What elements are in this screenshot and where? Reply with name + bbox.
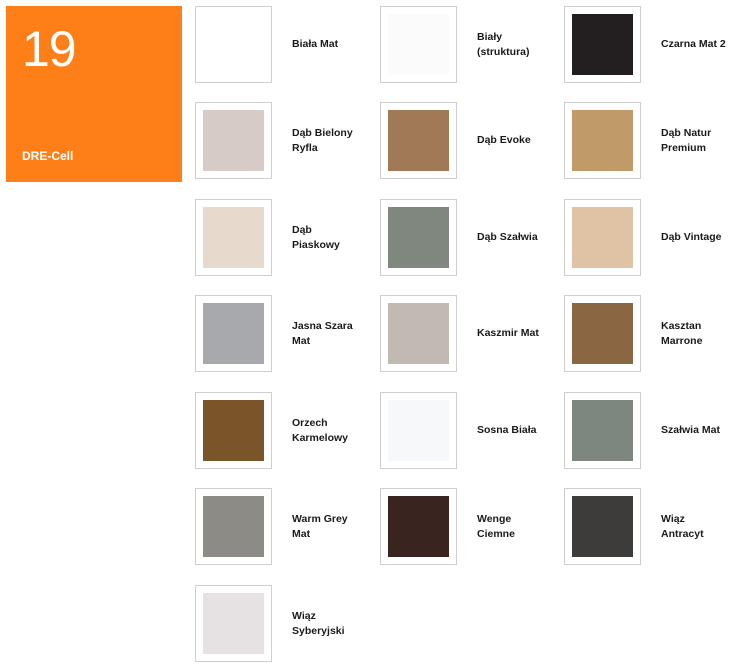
swatch-card[interactable]: Biały (struktura)	[380, 6, 549, 83]
swatch-name: Orzech Karmelowy	[292, 416, 349, 444]
swatch-color	[203, 496, 264, 557]
swatch-name: Kasztan Marrone	[661, 319, 703, 347]
swatch-frame	[380, 392, 457, 469]
swatch-card[interactable]: Dąb Evoke	[380, 102, 549, 179]
swatch-name: Czarna Mat 2	[661, 38, 726, 50]
swatch-name: Wiąz Syberyjski	[292, 609, 345, 637]
swatch-card[interactable]: Dąb Bielony Ryfla	[195, 102, 364, 179]
swatch-color	[388, 207, 449, 268]
swatch-card[interactable]: Wiąz Antracyt	[564, 488, 733, 565]
swatch-name: Dąb Natur Premium	[661, 126, 712, 154]
swatch-card[interactable]: Wenge Ciemne	[380, 488, 549, 565]
swatch-frame	[564, 392, 641, 469]
swatch-frame	[564, 488, 641, 565]
swatch-grid: Biała Mat Biały (struktura) Czarna Mat 2…	[0, 0, 737, 670]
swatch-card[interactable]: Kasztan Marrone	[564, 295, 733, 372]
swatch-color	[388, 14, 449, 75]
swatch-name: Dąb Bielony Ryfla	[292, 126, 353, 154]
swatch-name: Wenge Ciemne	[477, 512, 515, 540]
swatch-frame	[380, 295, 457, 372]
swatch-frame	[564, 295, 641, 372]
swatch-name: Dąb Szałwia	[477, 231, 538, 243]
swatch-name: Warm Grey Mat	[292, 512, 348, 540]
swatch-color	[203, 400, 264, 461]
swatch-frame	[380, 102, 457, 179]
swatch-color	[572, 14, 633, 75]
swatch-name: Biała Mat	[292, 38, 339, 50]
swatch-frame	[195, 102, 272, 179]
swatch-frame	[564, 102, 641, 179]
swatch-color	[203, 303, 264, 364]
swatch-color	[203, 207, 264, 268]
swatch-name: Sosna Biała	[477, 424, 537, 436]
swatch-color	[203, 593, 264, 654]
swatch-color	[572, 303, 633, 364]
swatch-color	[572, 496, 633, 557]
swatch-card[interactable]: Warm Grey Mat	[195, 488, 364, 565]
swatch-color	[388, 496, 449, 557]
swatch-name: Dąb Evoke	[477, 134, 531, 146]
swatch-card[interactable]: Jasna Szara Mat	[195, 295, 364, 372]
swatch-frame	[195, 199, 272, 276]
swatch-frame	[195, 6, 272, 83]
swatch-color	[572, 110, 633, 171]
swatch-card[interactable]: Wiąz Syberyjski	[195, 585, 364, 662]
swatch-card[interactable]: Czarna Mat 2	[564, 6, 733, 83]
swatch-frame	[195, 295, 272, 372]
swatch-color	[203, 110, 264, 171]
swatch-name: Kaszmir Mat	[477, 327, 539, 339]
swatch-frame	[195, 392, 272, 469]
swatch-card[interactable]: Orzech Karmelowy	[195, 392, 364, 469]
swatch-card[interactable]: Dąb Natur Premium	[564, 102, 733, 179]
swatch-name: Dąb Piaskowy	[292, 223, 340, 251]
swatch-name: Jasna Szara Mat	[292, 319, 353, 347]
swatch-frame	[380, 488, 457, 565]
swatch-card[interactable]: Kaszmir Mat	[380, 295, 549, 372]
swatch-color	[572, 207, 633, 268]
swatch-card[interactable]: Sosna Biała	[380, 392, 549, 469]
swatch-frame	[564, 6, 641, 83]
swatch-name: Szałwia Mat	[661, 424, 720, 436]
swatch-color	[572, 400, 633, 461]
swatch-card[interactable]: Szałwia Mat	[564, 392, 733, 469]
swatch-frame	[564, 199, 641, 276]
swatch-frame	[380, 6, 457, 83]
swatch-frame	[380, 199, 457, 276]
swatch-color	[388, 110, 449, 171]
swatch-card[interactable]: Dąb Szałwia	[380, 199, 549, 276]
swatch-name: Wiąz Antracyt	[661, 512, 704, 540]
swatch-card[interactable]: Dąb Vintage	[564, 199, 733, 276]
swatch-card[interactable]: Biała Mat	[195, 6, 364, 83]
swatch-color	[203, 14, 264, 75]
swatch-name: Dąb Vintage	[661, 231, 722, 243]
swatch-card[interactable]: Dąb Piaskowy	[195, 199, 364, 276]
swatch-color	[388, 303, 449, 364]
swatch-frame	[195, 585, 272, 662]
swatch-name: Biały (struktura)	[477, 30, 530, 58]
swatch-frame	[195, 488, 272, 565]
swatch-color	[388, 400, 449, 461]
